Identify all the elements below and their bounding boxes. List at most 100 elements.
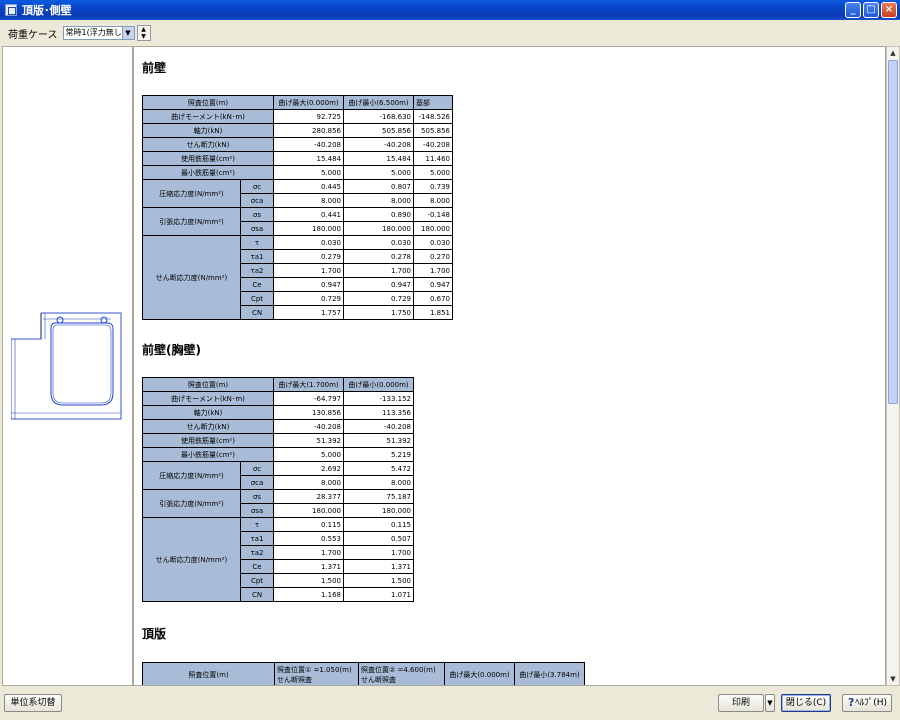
table-cell: 0.553	[273, 531, 344, 546]
table-cell: 51.392	[343, 433, 414, 448]
table-header: 曲げ最小(0.000m)	[343, 377, 414, 392]
symbol-cell: σc	[240, 179, 274, 194]
table-row: 曲げモーメント(kN･m) 92.725 -168.630 -148.526	[142, 109, 453, 124]
structure-drawing-pane	[2, 46, 133, 686]
table-cell: 180.000	[273, 503, 344, 518]
print-options-chevron-down-icon[interactable]: ▼	[765, 694, 775, 712]
table-cell: 0.729	[273, 291, 344, 306]
table-cell: 15.484	[273, 151, 344, 166]
top-slab-table: 照査位置(m) 照査位置① =1.050(m) せん断照査 照査位置② =4.6…	[142, 662, 585, 685]
table-cell: 1.750	[343, 305, 414, 320]
print-button[interactable]: 印刷	[718, 694, 764, 712]
close-button[interactable]: 閉じる(C)	[781, 694, 831, 712]
symbol-cell: τa1	[240, 531, 274, 546]
table-cell: 1.168	[273, 587, 344, 602]
table-cell: -40.208	[273, 419, 344, 434]
scrollbar-thumb[interactable]	[888, 60, 898, 404]
table-header: 曲げ最大(0.000m)	[273, 95, 344, 110]
scroll-up-icon[interactable]: ▲	[887, 47, 899, 59]
load-case-value: 常時1(浮力無し)c	[65, 28, 130, 37]
table-cell: 0.279	[273, 249, 344, 264]
table-cell: 113.356	[343, 405, 414, 420]
table-cell: 0.890	[343, 207, 414, 222]
table-header: 照査位置(m)	[142, 377, 274, 392]
chevron-down-icon[interactable]: ▼	[121, 27, 134, 39]
table-cell: 180.000	[413, 221, 453, 236]
table-cell: 75.187	[343, 489, 414, 504]
table-cell: -64.797	[273, 391, 344, 406]
table-cell: 5.219	[343, 447, 414, 462]
minimize-button[interactable]: _	[845, 2, 861, 18]
table-header: 照査位置(m)	[142, 95, 274, 110]
load-case-select[interactable]: 常時1(浮力無し)c ▼	[62, 26, 135, 40]
table-cell: 1.500	[273, 573, 344, 588]
symbol-cell: σca	[240, 193, 274, 208]
table-cell: 8.000	[343, 475, 414, 490]
row-label: せん断力(kN)	[142, 137, 274, 152]
group-label: 引張応力度(N/mm²)	[142, 207, 241, 236]
maximize-button[interactable]: □	[863, 2, 879, 18]
table-cell: 505.856	[413, 123, 453, 138]
row-label: 使用鉄筋量(cm²)	[142, 151, 274, 166]
table-cell: -40.208	[413, 137, 453, 152]
table-header: 曲げ最大(0.000m)	[444, 662, 515, 685]
table-cell: 8.000	[273, 193, 344, 208]
table-cell: 28.377	[273, 489, 344, 504]
table-row: 軸力(kN) 130.856 113.356	[142, 405, 414, 420]
table-cell: 0.441	[273, 207, 344, 222]
table-cell: -133.152	[343, 391, 414, 406]
symbol-cell: CN	[240, 305, 274, 320]
help-label: ﾍﾙﾌﾟ(H)	[855, 698, 887, 708]
table-cell: 5.472	[343, 461, 414, 476]
row-label: 軸力(kN)	[142, 405, 274, 420]
vertical-scrollbar[interactable]: ▲ ▼	[886, 46, 900, 686]
table-cell: 0.670	[413, 291, 453, 306]
title-bar: 頂版･側壁 _ □ ×	[0, 0, 900, 20]
table-cell: 0.445	[273, 179, 344, 194]
table-row: 圧縮応力度(N/mm²) σc 2.692 5.472	[142, 461, 414, 490]
table-cell: -168.630	[343, 109, 414, 124]
table-cell: 180.000	[273, 221, 344, 236]
row-label: 使用鉄筋量(cm²)	[142, 433, 274, 448]
symbol-cell: Cpt	[240, 573, 274, 588]
parapet-table: 照査位置(m) 曲げ最大(1.700m) 曲げ最小(0.000m) 曲げモーメン…	[142, 377, 414, 602]
table-cell: 5.000	[273, 165, 344, 180]
table-header-row: 照査位置(m) 照査位置① =1.050(m) せん断照査 照査位置② =4.6…	[142, 662, 585, 685]
help-button[interactable]: ? ﾍﾙﾌﾟ(H)	[842, 694, 892, 712]
bottom-bar: 単位系切替 印刷 ▼ 閉じる(C) ? ﾍﾙﾌﾟ(H)	[0, 686, 900, 720]
unit-switch-button[interactable]: 単位系切替	[4, 694, 62, 712]
table-row: 曲げモーメント(kN･m) -64.797 -133.152	[142, 391, 414, 406]
symbol-cell: τ	[240, 517, 274, 532]
toolbar: 荷重ケース 常時1(浮力無し)c ▼ ▲ ▼	[0, 20, 900, 46]
load-case-spinner[interactable]: ▲ ▼	[136, 25, 151, 41]
table-cell: 0.030	[343, 235, 414, 250]
table-cell: 0.947	[273, 277, 344, 292]
app-icon	[5, 4, 17, 16]
table-cell: 0.729	[343, 291, 414, 306]
table-cell: 0.030	[273, 235, 344, 250]
row-label: 最小鉄筋量(cm²)	[142, 447, 274, 462]
table-header: 照査位置(m)	[142, 662, 275, 685]
help-icon: ?	[848, 696, 855, 709]
table-cell: 1.371	[273, 559, 344, 574]
scroll-down-icon[interactable]: ▼	[887, 673, 899, 685]
spin-up-icon[interactable]: ▲	[138, 26, 150, 33]
table-row: 最小鉄筋量(cm²) 5.000 5.219	[142, 447, 414, 462]
table-cell: 92.725	[273, 109, 344, 124]
spin-down-icon[interactable]: ▼	[138, 33, 150, 40]
table-cell: 8.000	[413, 193, 453, 208]
symbol-cell: σc	[240, 461, 274, 476]
table-cell: 505.856	[343, 123, 414, 138]
table-row: 軸力(kN) 280.856 505.856 505.856	[142, 123, 453, 138]
table-cell: -40.208	[273, 137, 344, 152]
table-row: 最小鉄筋量(cm²) 5.000 5.000 5.000	[142, 165, 453, 180]
close-window-button[interactable]: ×	[881, 2, 897, 18]
table-cell: 280.856	[273, 123, 344, 138]
results-pane: 前壁 照査位置(m) 曲げ最大(0.000m) 曲げ最小(6.500m) 基部 …	[133, 46, 886, 686]
table-row: せん断力(kN) -40.208 -40.208 -40.208	[142, 137, 453, 152]
symbol-cell: Cpt	[240, 291, 274, 306]
group-label: せん断応力度(N/mm²)	[142, 235, 241, 320]
table-cell: 0.115	[343, 517, 414, 532]
table-cell: 0.278	[343, 249, 414, 264]
table-cell: 180.000	[343, 221, 414, 236]
